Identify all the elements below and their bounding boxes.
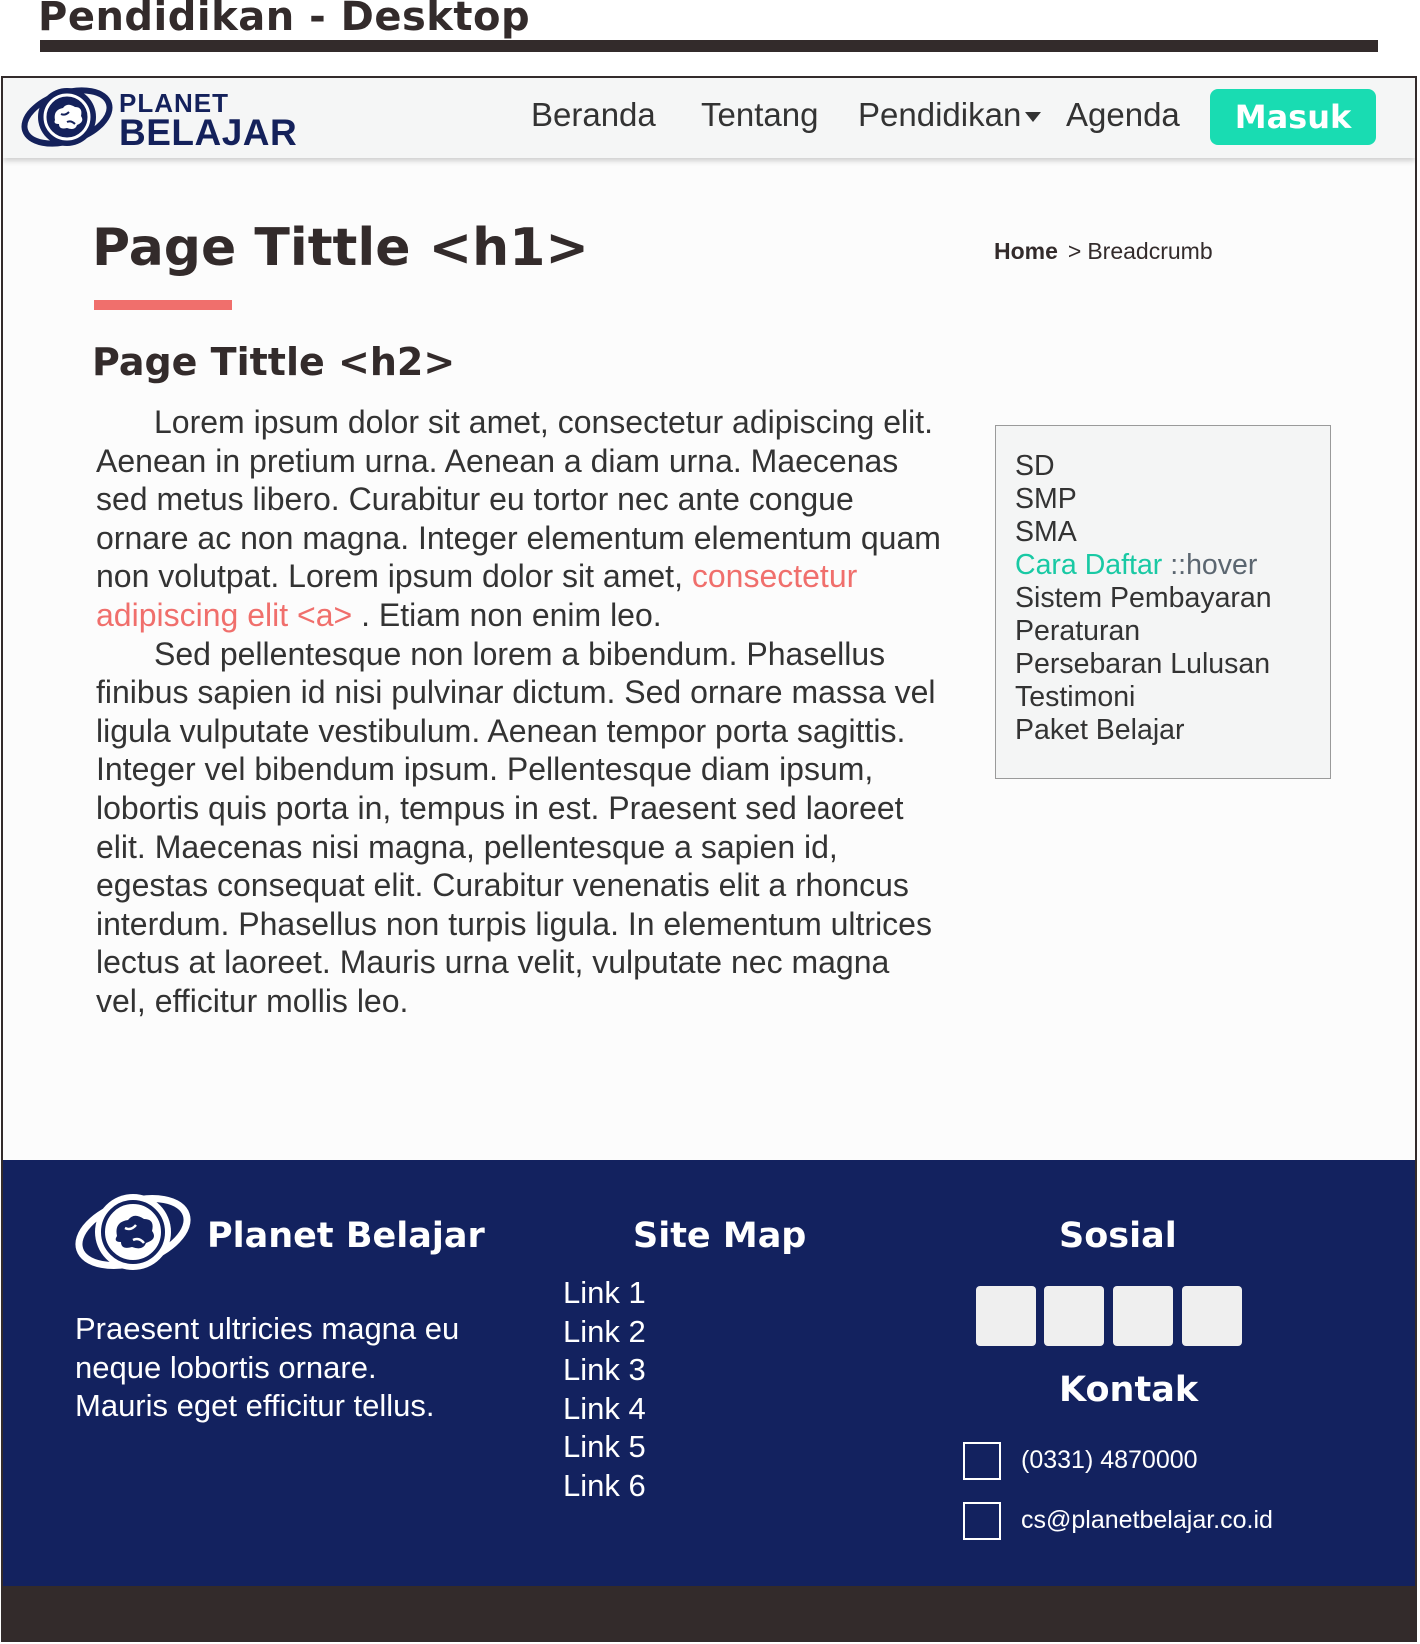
sitemap-link-1[interactable]: Link 1 bbox=[563, 1274, 646, 1313]
sitemap-link-6[interactable]: Link 6 bbox=[563, 1467, 646, 1506]
paragraph-2: Sed pellentesque non lorem a bibendum. P… bbox=[96, 635, 936, 1019]
article-body: Lorem ipsum dolor sit amet, consectetur … bbox=[96, 403, 946, 1021]
side-menu-item-cara-daftar[interactable]: Cara Daftar ::hover bbox=[1015, 549, 1330, 582]
hover-annotation: ::hover bbox=[1162, 549, 1258, 581]
contact-title: Kontak bbox=[1059, 1370, 1199, 1410]
mockup-title: Pendidikan - Desktop bbox=[38, 0, 531, 40]
side-menu-item-smp[interactable]: SMP bbox=[1015, 483, 1330, 516]
bottom-bar bbox=[3, 1586, 1415, 1640]
mockup-title-rule bbox=[40, 40, 1378, 52]
paragraph-1: Lorem ipsum dolor sit amet, consectetur … bbox=[96, 403, 946, 635]
social-icon-4[interactable] bbox=[1182, 1286, 1242, 1346]
phone-icon bbox=[963, 1442, 1001, 1480]
page-subtitle: Page Tittle <h2> bbox=[92, 340, 456, 384]
nav-pendidikan-label: Pendidikan bbox=[858, 96, 1022, 133]
planet-brain-icon bbox=[75, 1194, 191, 1270]
email-icon bbox=[963, 1502, 1001, 1540]
breadcrumb-home-link[interactable]: Home bbox=[994, 238, 1058, 264]
side-menu-item-testimoni[interactable]: Testimoni bbox=[1015, 681, 1330, 714]
side-menu-item-sistem-pembayaran[interactable]: Sistem Pembayaran bbox=[1015, 582, 1330, 615]
sitemap-links: Link 1 Link 2 Link 3 Link 4 Link 5 Link … bbox=[563, 1274, 646, 1505]
side-menu-item-sd[interactable]: SD bbox=[1015, 450, 1330, 483]
side-menu-item-peraturan[interactable]: Peraturan bbox=[1015, 615, 1330, 648]
nav-beranda[interactable]: Beranda bbox=[531, 96, 656, 134]
sitemap-link-4[interactable]: Link 4 bbox=[563, 1390, 646, 1429]
nav-agenda[interactable]: Agenda bbox=[1066, 96, 1180, 134]
caret-down-icon bbox=[1025, 112, 1042, 123]
side-menu-item-sma[interactable]: SMA bbox=[1015, 516, 1330, 549]
footer-description: Praesent ultricies magna eu neque lobort… bbox=[75, 1311, 460, 1423]
navbar: PLANET BELAJAR Beranda Tentang Pendidika… bbox=[3, 78, 1415, 158]
breadcrumb-separator: > bbox=[1067, 238, 1082, 264]
sitemap-link-3[interactable]: Link 3 bbox=[563, 1351, 646, 1390]
logo-wordmark: PLANET BELAJAR bbox=[119, 90, 297, 151]
nav-pendidikan[interactable]: Pendidikan bbox=[858, 96, 1042, 134]
breadcrumb: Home > Breadcrumb bbox=[994, 238, 1213, 265]
social-title: Sosial bbox=[1059, 1216, 1177, 1256]
page-frame: PLANET BELAJAR Beranda Tentang Pendidika… bbox=[1, 76, 1417, 1642]
footer: Planet Belajar Praesent ultricies magna … bbox=[3, 1160, 1415, 1586]
side-menu-item-paket-belajar[interactable]: Paket Belajar bbox=[1015, 714, 1330, 747]
side-menu-item-cara-daftar-label: Cara Daftar bbox=[1015, 549, 1163, 581]
social-icon-2[interactable] bbox=[1044, 1286, 1104, 1346]
page-title: Page Tittle <h1> bbox=[92, 218, 589, 278]
side-menu: SD SMP SMA Cara Daftar ::hover Sistem Pe… bbox=[995, 425, 1331, 779]
social-icon-1[interactable] bbox=[976, 1286, 1036, 1346]
breadcrumb-current: Breadcrumb bbox=[1087, 238, 1213, 264]
contact-email[interactable]: cs@planetbelajar.co.id bbox=[1021, 1506, 1273, 1535]
planet-brain-icon bbox=[21, 87, 113, 147]
paragraph-1-text-b: . Etiam non enim leo. bbox=[352, 596, 662, 633]
title-underline bbox=[94, 300, 232, 310]
sitemap-title: Site Map bbox=[633, 1216, 807, 1256]
login-button[interactable]: Masuk bbox=[1210, 89, 1376, 145]
sitemap-link-5[interactable]: Link 5 bbox=[563, 1428, 646, 1467]
sitemap-link-2[interactable]: Link 2 bbox=[563, 1313, 646, 1352]
contact-phone[interactable]: (0331) 4870000 bbox=[1021, 1446, 1198, 1475]
social-icon-3[interactable] bbox=[1113, 1286, 1173, 1346]
footer-brand: Planet Belajar bbox=[207, 1216, 485, 1256]
logo-line2: BELAJAR bbox=[119, 112, 298, 153]
site-logo[interactable]: PLANET BELAJAR bbox=[17, 84, 297, 151]
nav-tentang[interactable]: Tentang bbox=[701, 96, 818, 134]
side-menu-item-persebaran-lulusan[interactable]: Persebaran Lulusan bbox=[1015, 648, 1330, 681]
